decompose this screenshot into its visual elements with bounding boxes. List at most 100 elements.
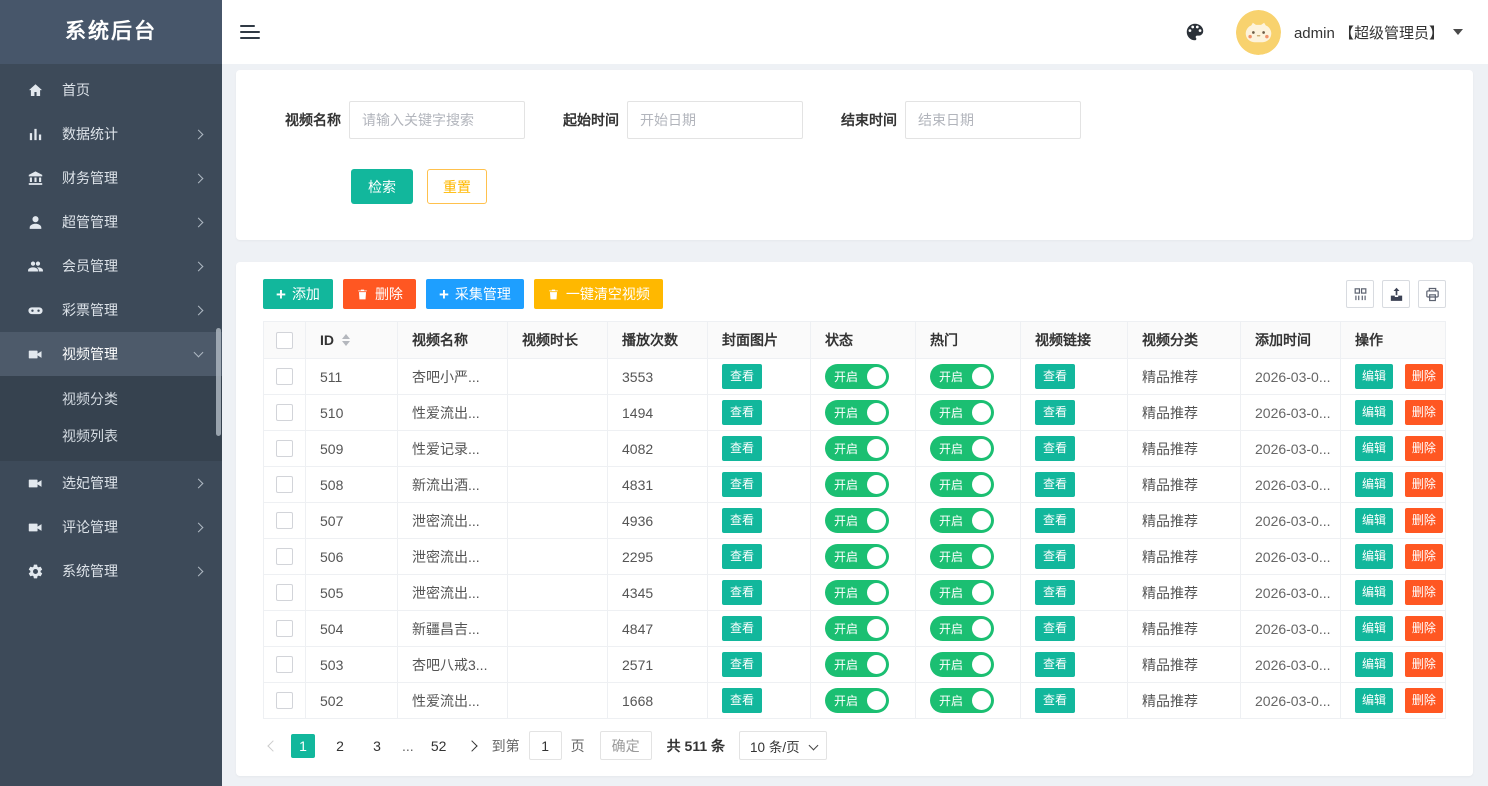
view-cover-button[interactable]: 查看 — [722, 472, 762, 497]
sidebar-item-finance[interactable]: 财务管理 — [0, 156, 222, 200]
hot-toggle[interactable]: 开启 — [930, 436, 994, 461]
edit-button[interactable]: 编辑 — [1355, 508, 1393, 533]
sidebar-item-system[interactable]: 系统管理 — [0, 549, 222, 593]
view-link-button[interactable]: 查看 — [1035, 472, 1075, 497]
status-toggle[interactable]: 开启 — [825, 400, 889, 425]
edit-button[interactable]: 编辑 — [1355, 688, 1393, 713]
page-3[interactable]: 3 — [365, 734, 389, 758]
view-cover-button[interactable]: 查看 — [722, 364, 762, 389]
start-date-input[interactable] — [627, 101, 803, 139]
row-checkbox[interactable] — [276, 548, 293, 565]
avatar[interactable] — [1236, 10, 1281, 55]
view-cover-button[interactable]: 查看 — [722, 616, 762, 641]
status-toggle[interactable]: 开启 — [825, 436, 889, 461]
row-delete-button[interactable]: 删除 — [1405, 544, 1443, 569]
status-toggle[interactable]: 开启 — [825, 544, 889, 569]
status-toggle[interactable]: 开启 — [825, 472, 889, 497]
sidebar-item-video-management[interactable]: 视频管理 — [0, 332, 222, 376]
collect-manage-button[interactable]: + 采集管理 — [426, 279, 524, 309]
prev-page-icon[interactable] — [267, 740, 278, 751]
row-delete-button[interactable]: 删除 — [1405, 400, 1443, 425]
view-link-button[interactable]: 查看 — [1035, 508, 1075, 533]
status-toggle[interactable]: 开启 — [825, 616, 889, 641]
page-52[interactable]: 52 — [427, 734, 451, 758]
row-delete-button[interactable]: 删除 — [1405, 688, 1443, 713]
hot-toggle[interactable]: 开启 — [930, 652, 994, 677]
row-checkbox[interactable] — [276, 368, 293, 385]
row-checkbox[interactable] — [276, 620, 293, 637]
goto-page-input[interactable] — [529, 731, 562, 760]
print-button[interactable] — [1418, 280, 1446, 308]
view-cover-button[interactable]: 查看 — [722, 544, 762, 569]
row-checkbox[interactable] — [276, 512, 293, 529]
hot-toggle[interactable]: 开启 — [930, 472, 994, 497]
sidebar-item-super-admin[interactable]: 超管管理 — [0, 200, 222, 244]
row-checkbox[interactable] — [276, 440, 293, 457]
export-button[interactable] — [1382, 280, 1410, 308]
end-date-input[interactable] — [905, 101, 1081, 139]
hot-toggle[interactable]: 开启 — [930, 616, 994, 641]
add-button[interactable]: + 添加 — [263, 279, 333, 309]
reset-button[interactable]: 重置 — [427, 169, 487, 204]
view-cover-button[interactable]: 查看 — [722, 400, 762, 425]
hot-toggle[interactable]: 开启 — [930, 364, 994, 389]
columns-filter-button[interactable] — [1346, 280, 1374, 308]
view-cover-button[interactable]: 查看 — [722, 688, 762, 713]
edit-button[interactable]: 编辑 — [1355, 544, 1393, 569]
view-cover-button[interactable]: 查看 — [722, 652, 762, 677]
page-1[interactable]: 1 — [291, 734, 315, 758]
view-link-button[interactable]: 查看 — [1035, 652, 1075, 677]
view-link-button[interactable]: 查看 — [1035, 544, 1075, 569]
view-link-button[interactable]: 查看 — [1035, 616, 1075, 641]
status-toggle[interactable]: 开启 — [825, 580, 889, 605]
hot-toggle[interactable]: 开启 — [930, 508, 994, 533]
view-link-button[interactable]: 查看 — [1035, 400, 1075, 425]
sidebar-item-comments[interactable]: 评论管理 — [0, 505, 222, 549]
menu-toggle-icon[interactable] — [240, 21, 262, 43]
sidebar-subitem-video-category[interactable]: 视频分类 — [0, 381, 222, 418]
view-cover-button[interactable]: 查看 — [722, 436, 762, 461]
clear-all-videos-button[interactable]: 一键清空视频 — [534, 279, 663, 309]
edit-button[interactable]: 编辑 — [1355, 652, 1393, 677]
sidebar-item-members[interactable]: 会员管理 — [0, 244, 222, 288]
hot-toggle[interactable]: 开启 — [930, 400, 994, 425]
status-toggle[interactable]: 开启 — [825, 364, 889, 389]
row-checkbox[interactable] — [276, 656, 293, 673]
row-checkbox[interactable] — [276, 476, 293, 493]
select-all-checkbox[interactable] — [276, 332, 293, 349]
sidebar-item-concubine[interactable]: 选妃管理 — [0, 461, 222, 505]
video-name-input[interactable] — [349, 101, 525, 139]
sort-icon[interactable] — [342, 334, 350, 346]
edit-button[interactable]: 编辑 — [1355, 580, 1393, 605]
status-toggle[interactable]: 开启 — [825, 688, 889, 713]
hot-toggle[interactable]: 开启 — [930, 580, 994, 605]
edit-button[interactable]: 编辑 — [1355, 364, 1393, 389]
row-delete-button[interactable]: 删除 — [1405, 616, 1443, 641]
edit-button[interactable]: 编辑 — [1355, 436, 1393, 461]
row-checkbox[interactable] — [276, 692, 293, 709]
hot-toggle[interactable]: 开启 — [930, 544, 994, 569]
row-checkbox[interactable] — [276, 404, 293, 421]
row-delete-button[interactable]: 删除 — [1405, 364, 1443, 389]
page-2[interactable]: 2 — [328, 734, 352, 758]
row-checkbox[interactable] — [276, 584, 293, 601]
row-delete-button[interactable]: 删除 — [1405, 436, 1443, 461]
sidebar-item-statistics[interactable]: 数据统计 — [0, 112, 222, 156]
theme-palette-icon[interactable] — [1184, 21, 1206, 43]
edit-button[interactable]: 编辑 — [1355, 616, 1393, 641]
goto-confirm-button[interactable]: 确定 — [600, 731, 652, 760]
next-page-icon[interactable] — [466, 740, 477, 751]
view-link-button[interactable]: 查看 — [1035, 580, 1075, 605]
page-size-select[interactable]: 10 条/页 — [739, 731, 827, 760]
view-link-button[interactable]: 查看 — [1035, 436, 1075, 461]
view-link-button[interactable]: 查看 — [1035, 364, 1075, 389]
status-toggle[interactable]: 开启 — [825, 652, 889, 677]
sidebar-scrollbar[interactable] — [216, 328, 221, 436]
row-delete-button[interactable]: 删除 — [1405, 652, 1443, 677]
status-toggle[interactable]: 开启 — [825, 508, 889, 533]
row-delete-button[interactable]: 删除 — [1405, 580, 1443, 605]
hot-toggle[interactable]: 开启 — [930, 688, 994, 713]
view-cover-button[interactable]: 查看 — [722, 580, 762, 605]
view-link-button[interactable]: 查看 — [1035, 688, 1075, 713]
search-button[interactable]: 检索 — [351, 169, 413, 204]
